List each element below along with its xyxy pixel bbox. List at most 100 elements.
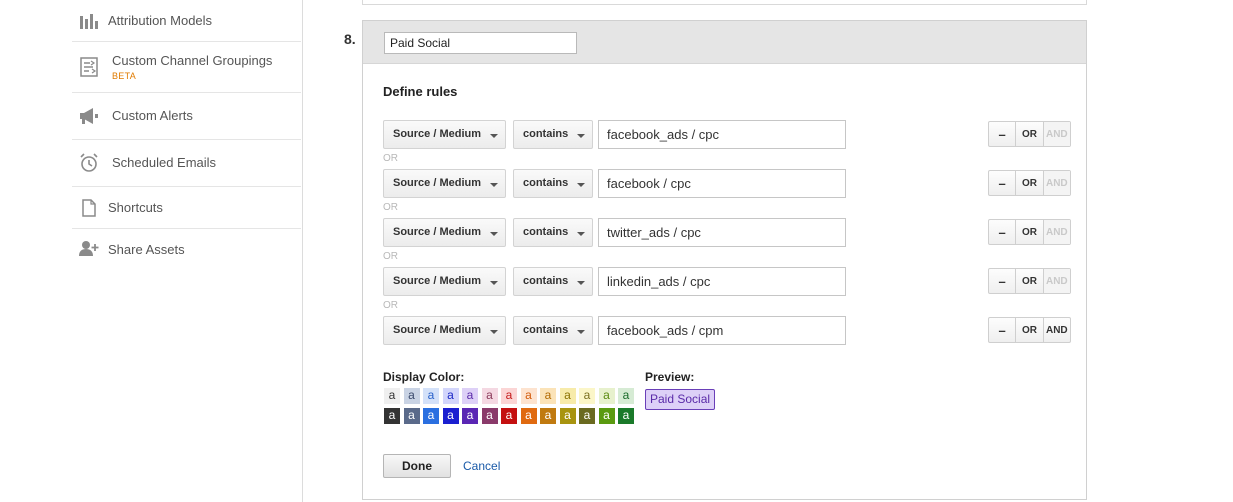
color-swatch[interactable]: a bbox=[384, 388, 400, 404]
chevron-down-icon bbox=[490, 281, 498, 285]
rule-actions: – OR AND bbox=[988, 268, 1071, 294]
chevron-down-icon bbox=[490, 134, 498, 138]
define-rules-heading: Define rules bbox=[383, 84, 458, 99]
operator-dropdown[interactable]: contains bbox=[513, 218, 593, 247]
rule-value-input[interactable] bbox=[598, 267, 846, 296]
display-color-label: Display Color: bbox=[383, 370, 465, 384]
done-button[interactable]: Done bbox=[383, 454, 451, 478]
color-swatch[interactable]: a bbox=[462, 408, 478, 424]
color-swatch[interactable]: a bbox=[540, 408, 556, 424]
rule-value-input[interactable] bbox=[598, 120, 846, 149]
chevron-down-icon bbox=[577, 183, 585, 187]
color-swatch[interactable]: a bbox=[540, 388, 556, 404]
and-button: AND bbox=[1043, 220, 1070, 244]
rule-row: Source / Medium contains – OR AND bbox=[383, 267, 1071, 296]
and-button[interactable]: AND bbox=[1044, 318, 1070, 342]
color-swatch[interactable]: a bbox=[501, 408, 517, 424]
preview-label: Preview: bbox=[645, 370, 695, 384]
sidebar-item-share-assets[interactable]: Share Assets bbox=[72, 229, 301, 271]
or-separator: OR bbox=[383, 300, 398, 311]
color-swatch[interactable]: a bbox=[403, 388, 420, 404]
dimension-dropdown[interactable]: Source / Medium bbox=[383, 316, 506, 345]
cancel-link[interactable]: Cancel bbox=[463, 459, 500, 473]
chevron-down-icon bbox=[577, 330, 585, 334]
sidebar-nav: Attribution Models Custom Channel Groupi… bbox=[72, 0, 301, 271]
rule-row: Source / Medium contains – OR AND bbox=[383, 218, 1071, 247]
group-header bbox=[363, 21, 1086, 64]
or-button[interactable]: OR bbox=[1016, 269, 1044, 293]
rule-actions: – OR AND bbox=[988, 170, 1071, 196]
color-swatch[interactable]: a bbox=[423, 408, 439, 424]
or-button[interactable]: OR bbox=[1016, 171, 1044, 195]
chevron-down-icon bbox=[490, 232, 498, 236]
remove-rule-button[interactable]: – bbox=[989, 220, 1017, 244]
chevron-down-icon bbox=[490, 183, 498, 187]
sidebar-item-label: Custom Alerts bbox=[112, 108, 193, 123]
remove-rule-button[interactable]: – bbox=[989, 122, 1017, 146]
rule-row: Source / Medium contains – OR AND bbox=[383, 316, 1071, 345]
rule-value-input[interactable] bbox=[598, 169, 846, 198]
or-separator: OR bbox=[383, 251, 398, 262]
color-swatch[interactable]: a bbox=[384, 408, 400, 424]
chevron-down-icon bbox=[490, 330, 498, 334]
rule-actions: – OR AND bbox=[988, 317, 1071, 343]
operator-dropdown[interactable]: contains bbox=[513, 169, 593, 198]
sidebar-item-shortcuts[interactable]: Shortcuts bbox=[72, 187, 301, 229]
color-swatch[interactable]: a bbox=[618, 408, 634, 424]
remove-rule-button[interactable]: – bbox=[989, 318, 1017, 342]
dimension-dropdown[interactable]: Source / Medium bbox=[383, 169, 506, 198]
channel-grouping-icon bbox=[79, 57, 99, 77]
sidebar-item-scheduled-emails[interactable]: Scheduled Emails bbox=[72, 140, 301, 187]
color-swatch[interactable]: a bbox=[442, 408, 459, 424]
sidebar-item-label: Attribution Models bbox=[108, 13, 213, 28]
sidebar-item-label: Scheduled Emails bbox=[112, 155, 217, 170]
sidebar-item-custom-alerts[interactable]: Custom Alerts bbox=[72, 93, 301, 140]
rule-value-input[interactable] bbox=[598, 218, 846, 247]
color-swatch[interactable]: a bbox=[559, 388, 576, 404]
sidebar-item-label: Custom Channel Groupings bbox=[112, 53, 273, 68]
sidebar-item-label: Share Assets bbox=[108, 242, 185, 257]
rule-row: Source / Medium contains – OR AND bbox=[383, 169, 1071, 198]
color-swatch[interactable]: a bbox=[501, 388, 517, 404]
and-button: AND bbox=[1043, 171, 1070, 195]
dimension-dropdown[interactable]: Source / Medium bbox=[383, 120, 506, 149]
sidebar-item-custom-channel-groupings[interactable]: Custom Channel Groupings BETA bbox=[72, 42, 301, 93]
remove-rule-button[interactable]: – bbox=[989, 171, 1017, 195]
sidebar-item-label: Shortcuts bbox=[108, 200, 163, 215]
chevron-down-icon bbox=[577, 281, 585, 285]
operator-dropdown[interactable]: contains bbox=[513, 267, 593, 296]
color-swatch[interactable]: a bbox=[442, 388, 459, 404]
operator-dropdown[interactable]: contains bbox=[513, 120, 593, 149]
color-swatch[interactable]: a bbox=[520, 408, 537, 424]
color-swatch[interactable]: a bbox=[520, 388, 537, 404]
color-swatch[interactable]: a bbox=[598, 408, 615, 424]
sidebar-item-attribution-models[interactable]: Attribution Models bbox=[72, 0, 301, 42]
color-swatch[interactable]: a bbox=[598, 388, 615, 404]
sidebar: Attribution Models Custom Channel Groupi… bbox=[0, 0, 303, 502]
color-swatch[interactable]: a bbox=[559, 408, 576, 424]
dimension-dropdown[interactable]: Source / Medium bbox=[383, 218, 506, 247]
and-button: AND bbox=[1043, 269, 1070, 293]
operator-dropdown[interactable]: contains bbox=[513, 316, 593, 345]
or-button[interactable]: OR bbox=[1016, 220, 1044, 244]
color-swatch[interactable]: a bbox=[481, 388, 498, 404]
color-swatch[interactable]: a bbox=[579, 408, 595, 424]
color-swatch[interactable]: a bbox=[618, 388, 634, 404]
remove-rule-button[interactable]: – bbox=[989, 269, 1017, 293]
alarm-clock-icon bbox=[79, 153, 99, 173]
rule-row: Source / Medium contains – OR AND bbox=[383, 120, 1071, 149]
color-swatch[interactable]: a bbox=[423, 388, 439, 404]
color-swatch[interactable]: a bbox=[462, 388, 478, 404]
or-button[interactable]: OR bbox=[1016, 318, 1044, 342]
or-separator: OR bbox=[383, 202, 398, 213]
chevron-down-icon bbox=[577, 232, 585, 236]
step-number: 8. bbox=[344, 31, 356, 47]
group-name-input[interactable] bbox=[384, 32, 577, 54]
or-button[interactable]: OR bbox=[1016, 122, 1044, 146]
color-swatch[interactable]: a bbox=[579, 388, 595, 404]
color-swatch[interactable]: a bbox=[481, 408, 498, 424]
dimension-dropdown[interactable]: Source / Medium bbox=[383, 267, 506, 296]
preview-chip: Paid Social bbox=[645, 389, 716, 410]
color-swatch[interactable]: a bbox=[403, 408, 420, 424]
rule-value-input[interactable] bbox=[598, 316, 846, 345]
